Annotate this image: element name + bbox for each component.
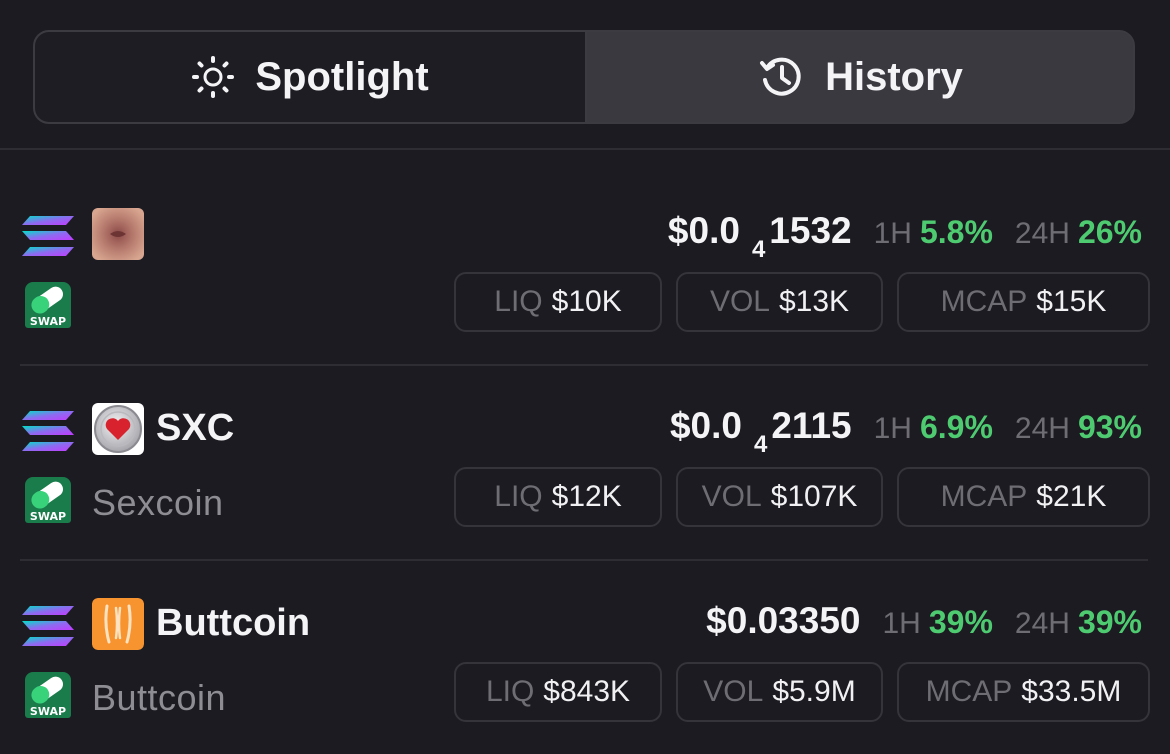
token-symbol: Buttcoin xyxy=(156,602,311,644)
change-24h-label: 24H xyxy=(1014,607,1070,640)
mcap-stat: MCAP $15K xyxy=(897,272,1150,332)
mcap-label: MCAP xyxy=(940,285,1028,318)
header-divider xyxy=(0,148,1170,150)
change-1h-label: 1H xyxy=(873,217,912,250)
token-price: $0.0 xyxy=(667,210,740,251)
change-1h-value: 6.9% xyxy=(919,409,993,445)
liq-value: $10K xyxy=(551,285,622,318)
svg-text:SWAP: SWAP xyxy=(30,315,66,328)
volume-stat: VOL $13K xyxy=(676,272,883,332)
change-1h-label: 1H xyxy=(882,607,921,640)
price-bar: $0.0 4 1532 1H 5.8% 24H 26% xyxy=(667,210,1142,264)
price-bar: $0.0 4 2115 1H 6.9% 24H 93% xyxy=(669,405,1142,459)
liq-label: LIQ xyxy=(494,285,543,318)
stats-row: LIQ $12K VOL $107K MCAP $21K xyxy=(454,467,1150,527)
buttcoin-logo xyxy=(92,598,144,650)
swap-pill-icon: SWAP xyxy=(22,280,74,330)
mcap-stat: MCAP $33.5M xyxy=(897,662,1150,722)
token-price: $0.03350 xyxy=(706,600,861,641)
liq-label: LIQ xyxy=(485,675,535,708)
liquidity-stat: LIQ $10K xyxy=(454,272,662,332)
vol-label: VOL xyxy=(703,675,764,708)
mcap-value: $15K xyxy=(1036,285,1107,318)
vol-label: VOL xyxy=(709,285,770,318)
change-24h-label: 24H xyxy=(1014,412,1070,445)
token-name: Sexcoin xyxy=(92,482,224,523)
change-1h-value: 5.8% xyxy=(919,214,993,250)
vol-label: VOL xyxy=(701,480,762,513)
token-price: $0.0 xyxy=(669,405,742,446)
change-24h-value: 93% xyxy=(1077,409,1142,445)
change-24h-value: 26% xyxy=(1077,214,1142,250)
liq-value: $12K xyxy=(551,480,622,513)
vol-value: $107K xyxy=(770,480,858,513)
solana-icon xyxy=(22,214,74,258)
change-24h-label: 24H xyxy=(1014,217,1070,250)
vol-value: $5.9M xyxy=(772,675,856,708)
price-zero-count: 4 xyxy=(753,431,768,458)
tab-spotlight[interactable]: Spotlight xyxy=(35,32,587,122)
mcap-label: MCAP xyxy=(940,480,1028,513)
price-bar: $0.03350 1H 39% 24H 39% xyxy=(706,601,1142,644)
mcap-label: MCAP xyxy=(925,675,1013,708)
token-row[interactable]: SWAP Buttcoin Buttcoin $0.03350 1H 39% 2… xyxy=(0,560,1170,754)
tab-history-label: History xyxy=(825,54,963,99)
volume-stat: VOL $5.9M xyxy=(676,662,883,722)
tab-spotlight-label: Spotlight xyxy=(255,54,429,99)
liquidity-stat: LIQ $843K xyxy=(454,662,662,722)
token-symbol: SXC xyxy=(156,407,235,449)
liq-value: $843K xyxy=(543,675,631,708)
svg-text:SWAP: SWAP xyxy=(30,705,66,718)
sun-icon xyxy=(191,55,235,99)
mcap-value: $21K xyxy=(1036,480,1107,513)
token-logo xyxy=(92,208,144,260)
swap-pill-icon: SWAP xyxy=(22,670,74,720)
history-icon xyxy=(759,54,805,100)
token-price-digits: 2115 xyxy=(771,405,852,446)
token-name: Buttcoin xyxy=(92,677,227,718)
mcap-stat: MCAP $21K xyxy=(897,467,1150,527)
stats-row: LIQ $10K VOL $13K MCAP $15K xyxy=(454,272,1150,332)
token-row[interactable]: SWAP SXC Sexcoin $0.0 4 2115 1H 6.9% 24H… xyxy=(0,365,1170,559)
change-1h-value: 39% xyxy=(928,604,993,640)
token-row[interactable]: SWAP $0.0 4 1532 1H 5.8% 24H 26% LIQ $10K… xyxy=(0,170,1170,364)
solana-icon xyxy=(22,409,74,453)
stats-row: LIQ $843K VOL $5.9M MCAP $33.5M xyxy=(454,662,1150,722)
solana-icon xyxy=(22,604,74,648)
price-zero-count: 4 xyxy=(751,236,766,263)
tab-history[interactable]: History xyxy=(587,32,1133,122)
liq-label: LIQ xyxy=(494,480,543,513)
token-price-digits: 1532 xyxy=(769,210,852,251)
svg-text:SWAP: SWAP xyxy=(30,510,66,523)
heart-coin-logo xyxy=(92,403,144,455)
tab-bar: Spotlight History xyxy=(33,30,1135,124)
mcap-value: $33.5M xyxy=(1021,675,1122,708)
change-1h-label: 1H xyxy=(873,412,912,445)
change-24h-value: 39% xyxy=(1077,604,1142,640)
liquidity-stat: LIQ $12K xyxy=(454,467,662,527)
vol-value: $13K xyxy=(778,285,850,318)
swap-pill-icon: SWAP xyxy=(22,475,74,525)
volume-stat: VOL $107K xyxy=(676,467,883,527)
